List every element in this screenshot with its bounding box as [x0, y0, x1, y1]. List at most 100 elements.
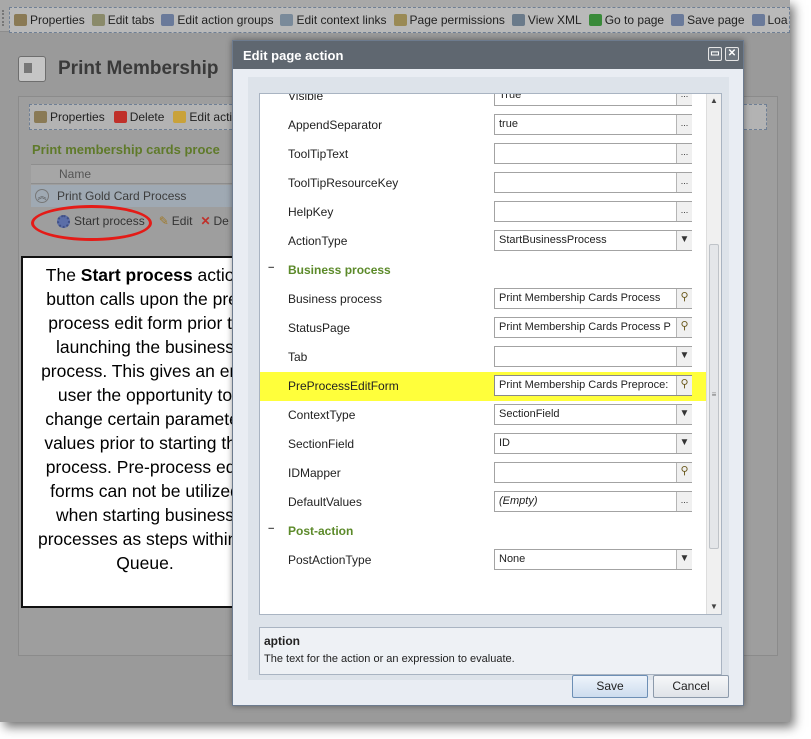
page-header: Print Membership — [18, 56, 218, 82]
search-icon[interactable]: ⚲ — [676, 318, 692, 337]
scroll-grip-icon: ≡ — [711, 390, 717, 399]
toolbar-item-loa[interactable]: Loa — [751, 13, 788, 27]
property-grid-scrollbar[interactable]: ▲ ≡ ▼ — [706, 94, 721, 614]
dropdown-arrow-icon[interactable]: ▼ — [676, 231, 692, 250]
search-icon[interactable]: ⚲ — [676, 289, 692, 308]
property-label: ContextType — [288, 408, 356, 422]
save-icon — [671, 14, 685, 26]
property-row-defaultvalues[interactable]: DefaultValues (Empty)... — [260, 488, 708, 517]
toolbar-grip[interactable] — [2, 10, 6, 26]
toolbar-item-label: Properties — [30, 13, 85, 27]
property-value-field[interactable]: Print Membership Cards Process — [494, 288, 692, 309]
delete-label: De — [213, 214, 229, 228]
go-icon — [588, 14, 602, 26]
property-label: ToolTipResourceKey — [288, 176, 399, 190]
toolbar-item-properties[interactable]: Properties — [14, 13, 85, 27]
callout-lead: The — [45, 265, 81, 285]
toolbar-item-view-xml[interactable]: View XML — [511, 13, 582, 27]
toolbar-item-label: Loa — [767, 13, 788, 27]
ellipsis-button[interactable]: ... — [676, 144, 692, 163]
property-value-field[interactable] — [494, 462, 692, 483]
property-row-statuspage[interactable]: StatusPage Print Membership Cards Process… — [260, 314, 708, 343]
property-value-field[interactable]: (Empty) — [494, 491, 692, 512]
ellipsis-button[interactable]: ... — [676, 202, 692, 221]
scrollbar-thumb[interactable]: ≡ — [709, 244, 719, 549]
edit-action-icon — [173, 111, 187, 123]
save-button[interactable]: Save — [572, 675, 648, 698]
property-row-tooltiptext[interactable]: ToolTipText... — [260, 140, 708, 169]
search-icon[interactable]: ⚲ — [676, 463, 692, 482]
property-row-tooltipresourcekey[interactable]: ToolTipResourceKey... — [260, 169, 708, 198]
toolbar-item-save-page[interactable]: Save page — [671, 13, 745, 27]
grid-row-name: Print Gold Card Process — [57, 189, 187, 203]
property-label: Post-action — [288, 524, 354, 538]
property-grid: Visible True... AppendSeparator true... Tool… — [259, 93, 722, 615]
property-value-field[interactable]: True — [494, 94, 692, 106]
maximize-icon[interactable]: ▭ — [708, 47, 722, 61]
property-value-field[interactable] — [494, 346, 692, 367]
description-text: The text for the action or an expression… — [264, 653, 515, 665]
property-row-contexttype[interactable]: ContextType SectionField ▼ — [260, 401, 708, 430]
property-value-field[interactable] — [494, 172, 692, 193]
property-value-field[interactable] — [494, 201, 692, 222]
collapse-category-icon[interactable]: − — [268, 524, 278, 535]
property-value-field[interactable]: SectionField — [494, 404, 692, 425]
property-value-field[interactable]: None — [494, 549, 692, 570]
dialog-body: Visible True... AppendSeparator true... Tool… — [248, 77, 729, 680]
collapse-category-icon[interactable]: − — [268, 263, 278, 274]
property-value-field[interactable]: Print Membership Cards Preproce: — [494, 375, 692, 396]
property-row-helpkey[interactable]: HelpKey... — [260, 198, 708, 227]
toolbar-item-label: Edit context links — [296, 13, 387, 27]
screenshot-frame: Properties Edit tabs Edit action groups Edi… — [0, 0, 790, 722]
property-value-field[interactable]: Print Membership Cards Process P — [494, 317, 692, 338]
property-row-idmapper[interactable]: IDMapper ⚲ — [260, 459, 708, 488]
property-row-appendseparator[interactable]: AppendSeparator true... — [260, 111, 708, 140]
property-row-business-process[interactable]: Business process Print Membership Cards P… — [260, 285, 708, 314]
ellipsis-button[interactable]: ... — [676, 115, 692, 134]
toolbar-item-edit-tabs[interactable]: Edit tabs — [91, 13, 154, 27]
property-value-field[interactable]: true — [494, 114, 692, 135]
dropdown-arrow-icon[interactable]: ▼ — [676, 434, 692, 453]
property-label: ToolTipText — [288, 147, 349, 161]
toolbar-item-go-to-page[interactable]: Go to page — [588, 13, 664, 27]
dropdown-arrow-icon[interactable]: ▼ — [676, 347, 692, 366]
dialog-titlebar[interactable]: Edit page action ▭ ✕ — [233, 41, 743, 69]
section-toolbar-label: Properties — [50, 110, 105, 124]
property-row-preprocesseditform[interactable]: PreProcessEditForm Print Membership Cards… — [260, 372, 708, 401]
grid-row[interactable]: ︽ Print Gold Card Process — [31, 185, 251, 207]
collapse-row-icon[interactable]: ︽ — [35, 189, 49, 203]
grid-header-name[interactable]: Name — [31, 164, 251, 184]
category-business-process[interactable]: − Business process — [260, 256, 708, 285]
property-value-field[interactable] — [494, 143, 692, 164]
close-icon[interactable]: ✕ — [725, 47, 739, 61]
delete-button[interactable]: ✕ De — [200, 214, 228, 228]
property-row-tab[interactable]: Tab ▼ — [260, 343, 708, 372]
toolbar-items: Properties Edit tabs Edit action groups Edi… — [9, 7, 790, 33]
property-value-field[interactable]: ID — [494, 433, 692, 454]
ellipsis-button[interactable]: ... — [676, 492, 692, 511]
property-row-postactiontype[interactable]: PostActionType None ▼ — [260, 546, 708, 575]
property-description-panel: aption The text for the action or an exp… — [259, 627, 722, 675]
section-toolbar-edit-actio[interactable]: Edit actio — [173, 110, 239, 124]
ellipsis-button[interactable]: ... — [676, 173, 692, 192]
toolbar-item-edit-action-groups[interactable]: Edit action groups — [161, 13, 273, 27]
scroll-down-arrow-icon[interactable]: ▼ — [710, 602, 718, 611]
section-toolbar-delete[interactable]: Delete — [113, 110, 164, 124]
category-post-action[interactable]: − Post-action — [260, 517, 708, 546]
ellipsis-button[interactable]: ... — [676, 94, 692, 105]
section-toolbar-properties[interactable]: Properties — [34, 110, 105, 124]
page-icon — [18, 56, 46, 82]
dropdown-arrow-icon[interactable]: ▼ — [676, 550, 692, 569]
dropdown-arrow-icon[interactable]: ▼ — [676, 405, 692, 424]
cancel-button[interactable]: Cancel — [653, 675, 729, 698]
toolbar-item-page-permissions[interactable]: Page permissions — [393, 13, 505, 27]
search-icon[interactable]: ⚲ — [676, 376, 692, 395]
property-row-actiontype[interactable]: ActionType StartBusinessProcess ▼ — [260, 227, 708, 256]
edit-page-action-dialog: Edit page action ▭ ✕ Visible True... Appen… — [232, 40, 744, 706]
property-row-sectionfield[interactable]: SectionField ID ▼ — [260, 430, 708, 459]
scroll-up-arrow-icon[interactable]: ▲ — [710, 96, 718, 105]
toolbar-item-edit-context-links[interactable]: Edit context links — [280, 13, 387, 27]
property-value-field[interactable]: StartBusinessProcess — [494, 230, 692, 251]
edit-button[interactable]: ✎ Edit — [159, 214, 193, 228]
property-row-visible[interactable]: Visible True... — [260, 94, 708, 111]
